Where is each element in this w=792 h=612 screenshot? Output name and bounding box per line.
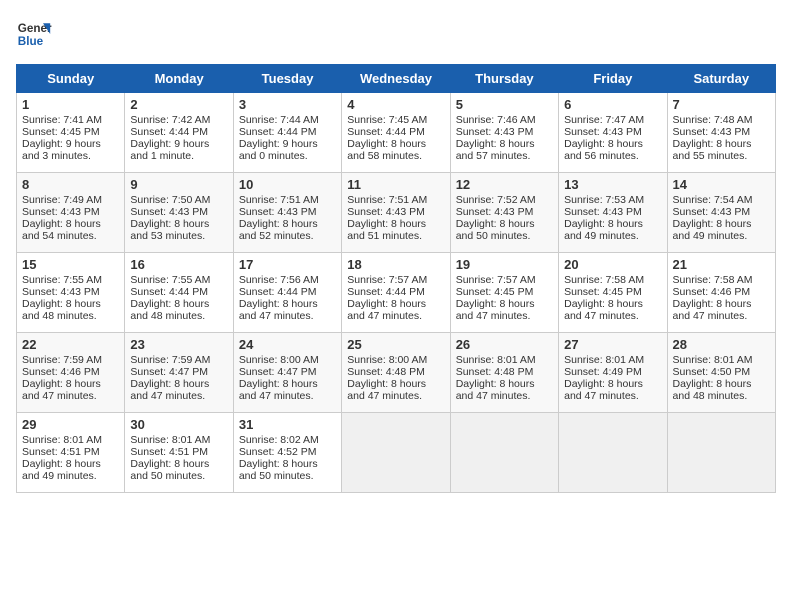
day-number: 7 bbox=[673, 97, 770, 112]
day-header-monday: Monday bbox=[125, 65, 233, 93]
day-header-wednesday: Wednesday bbox=[342, 65, 450, 93]
logo: General Blue bbox=[16, 16, 52, 52]
calendar-week-row: 8Sunrise: 7:49 AMSunset: 4:43 PMDaylight… bbox=[17, 173, 776, 253]
calendar-day-cell: 15Sunrise: 7:55 AMSunset: 4:43 PMDayligh… bbox=[17, 253, 125, 333]
day-number: 8 bbox=[22, 177, 119, 192]
day-number: 4 bbox=[347, 97, 444, 112]
calendar-week-row: 15Sunrise: 7:55 AMSunset: 4:43 PMDayligh… bbox=[17, 253, 776, 333]
calendar-day-cell: 29Sunrise: 8:01 AMSunset: 4:51 PMDayligh… bbox=[17, 413, 125, 493]
calendar-day-cell: 22Sunrise: 7:59 AMSunset: 4:46 PMDayligh… bbox=[17, 333, 125, 413]
calendar-day-cell: 6Sunrise: 7:47 AMSunset: 4:43 PMDaylight… bbox=[559, 93, 667, 173]
day-number: 12 bbox=[456, 177, 553, 192]
calendar-day-cell: 10Sunrise: 7:51 AMSunset: 4:43 PMDayligh… bbox=[233, 173, 341, 253]
day-number: 6 bbox=[564, 97, 661, 112]
day-number: 18 bbox=[347, 257, 444, 272]
logo-icon: General Blue bbox=[16, 16, 52, 52]
calendar-week-row: 29Sunrise: 8:01 AMSunset: 4:51 PMDayligh… bbox=[17, 413, 776, 493]
day-header-friday: Friday bbox=[559, 65, 667, 93]
calendar-day-cell: 21Sunrise: 7:58 AMSunset: 4:46 PMDayligh… bbox=[667, 253, 775, 333]
day-number: 11 bbox=[347, 177, 444, 192]
calendar-day-cell: 26Sunrise: 8:01 AMSunset: 4:48 PMDayligh… bbox=[450, 333, 558, 413]
day-number: 23 bbox=[130, 337, 227, 352]
day-number: 3 bbox=[239, 97, 336, 112]
day-number: 9 bbox=[130, 177, 227, 192]
calendar-day-cell: 3Sunrise: 7:44 AMSunset: 4:44 PMDaylight… bbox=[233, 93, 341, 173]
day-header-saturday: Saturday bbox=[667, 65, 775, 93]
day-number: 16 bbox=[130, 257, 227, 272]
day-number: 13 bbox=[564, 177, 661, 192]
svg-text:Blue: Blue bbox=[18, 35, 44, 48]
calendar-day-cell: 28Sunrise: 8:01 AMSunset: 4:50 PMDayligh… bbox=[667, 333, 775, 413]
calendar-day-cell: 16Sunrise: 7:55 AMSunset: 4:44 PMDayligh… bbox=[125, 253, 233, 333]
day-number: 29 bbox=[22, 417, 119, 432]
calendar-day-cell: 27Sunrise: 8:01 AMSunset: 4:49 PMDayligh… bbox=[559, 333, 667, 413]
page-header: General Blue bbox=[16, 16, 776, 52]
day-number: 21 bbox=[673, 257, 770, 272]
calendar-day-cell: 1Sunrise: 7:41 AMSunset: 4:45 PMDaylight… bbox=[17, 93, 125, 173]
calendar-week-row: 22Sunrise: 7:59 AMSunset: 4:46 PMDayligh… bbox=[17, 333, 776, 413]
day-number: 19 bbox=[456, 257, 553, 272]
calendar-day-cell: 30Sunrise: 8:01 AMSunset: 4:51 PMDayligh… bbox=[125, 413, 233, 493]
day-header-sunday: Sunday bbox=[17, 65, 125, 93]
calendar-table: SundayMondayTuesdayWednesdayThursdayFrid… bbox=[16, 64, 776, 493]
calendar-day-cell: 24Sunrise: 8:00 AMSunset: 4:47 PMDayligh… bbox=[233, 333, 341, 413]
calendar-day-cell bbox=[559, 413, 667, 493]
day-number: 10 bbox=[239, 177, 336, 192]
day-number: 25 bbox=[347, 337, 444, 352]
calendar-day-cell: 20Sunrise: 7:58 AMSunset: 4:45 PMDayligh… bbox=[559, 253, 667, 333]
day-header-thursday: Thursday bbox=[450, 65, 558, 93]
day-number: 15 bbox=[22, 257, 119, 272]
day-number: 14 bbox=[673, 177, 770, 192]
calendar-day-cell: 17Sunrise: 7:56 AMSunset: 4:44 PMDayligh… bbox=[233, 253, 341, 333]
calendar-day-cell: 7Sunrise: 7:48 AMSunset: 4:43 PMDaylight… bbox=[667, 93, 775, 173]
day-number: 2 bbox=[130, 97, 227, 112]
day-number: 24 bbox=[239, 337, 336, 352]
calendar-header-row: SundayMondayTuesdayWednesdayThursdayFrid… bbox=[17, 65, 776, 93]
calendar-day-cell: 8Sunrise: 7:49 AMSunset: 4:43 PMDaylight… bbox=[17, 173, 125, 253]
calendar-day-cell: 14Sunrise: 7:54 AMSunset: 4:43 PMDayligh… bbox=[667, 173, 775, 253]
day-number: 26 bbox=[456, 337, 553, 352]
calendar-day-cell: 13Sunrise: 7:53 AMSunset: 4:43 PMDayligh… bbox=[559, 173, 667, 253]
calendar-day-cell: 19Sunrise: 7:57 AMSunset: 4:45 PMDayligh… bbox=[450, 253, 558, 333]
calendar-day-cell: 23Sunrise: 7:59 AMSunset: 4:47 PMDayligh… bbox=[125, 333, 233, 413]
day-header-tuesday: Tuesday bbox=[233, 65, 341, 93]
day-number: 27 bbox=[564, 337, 661, 352]
day-number: 31 bbox=[239, 417, 336, 432]
day-number: 1 bbox=[22, 97, 119, 112]
calendar-day-cell: 5Sunrise: 7:46 AMSunset: 4:43 PMDaylight… bbox=[450, 93, 558, 173]
calendar-week-row: 1Sunrise: 7:41 AMSunset: 4:45 PMDaylight… bbox=[17, 93, 776, 173]
calendar-day-cell: 12Sunrise: 7:52 AMSunset: 4:43 PMDayligh… bbox=[450, 173, 558, 253]
calendar-day-cell: 9Sunrise: 7:50 AMSunset: 4:43 PMDaylight… bbox=[125, 173, 233, 253]
calendar-day-cell: 25Sunrise: 8:00 AMSunset: 4:48 PMDayligh… bbox=[342, 333, 450, 413]
calendar-day-cell: 2Sunrise: 7:42 AMSunset: 4:44 PMDaylight… bbox=[125, 93, 233, 173]
day-number: 30 bbox=[130, 417, 227, 432]
calendar-day-cell bbox=[342, 413, 450, 493]
day-number: 17 bbox=[239, 257, 336, 272]
calendar-day-cell: 18Sunrise: 7:57 AMSunset: 4:44 PMDayligh… bbox=[342, 253, 450, 333]
calendar-day-cell: 31Sunrise: 8:02 AMSunset: 4:52 PMDayligh… bbox=[233, 413, 341, 493]
day-number: 22 bbox=[22, 337, 119, 352]
day-number: 20 bbox=[564, 257, 661, 272]
calendar-day-cell: 4Sunrise: 7:45 AMSunset: 4:44 PMDaylight… bbox=[342, 93, 450, 173]
day-number: 5 bbox=[456, 97, 553, 112]
calendar-day-cell: 11Sunrise: 7:51 AMSunset: 4:43 PMDayligh… bbox=[342, 173, 450, 253]
calendar-day-cell bbox=[450, 413, 558, 493]
day-number: 28 bbox=[673, 337, 770, 352]
calendar-day-cell bbox=[667, 413, 775, 493]
